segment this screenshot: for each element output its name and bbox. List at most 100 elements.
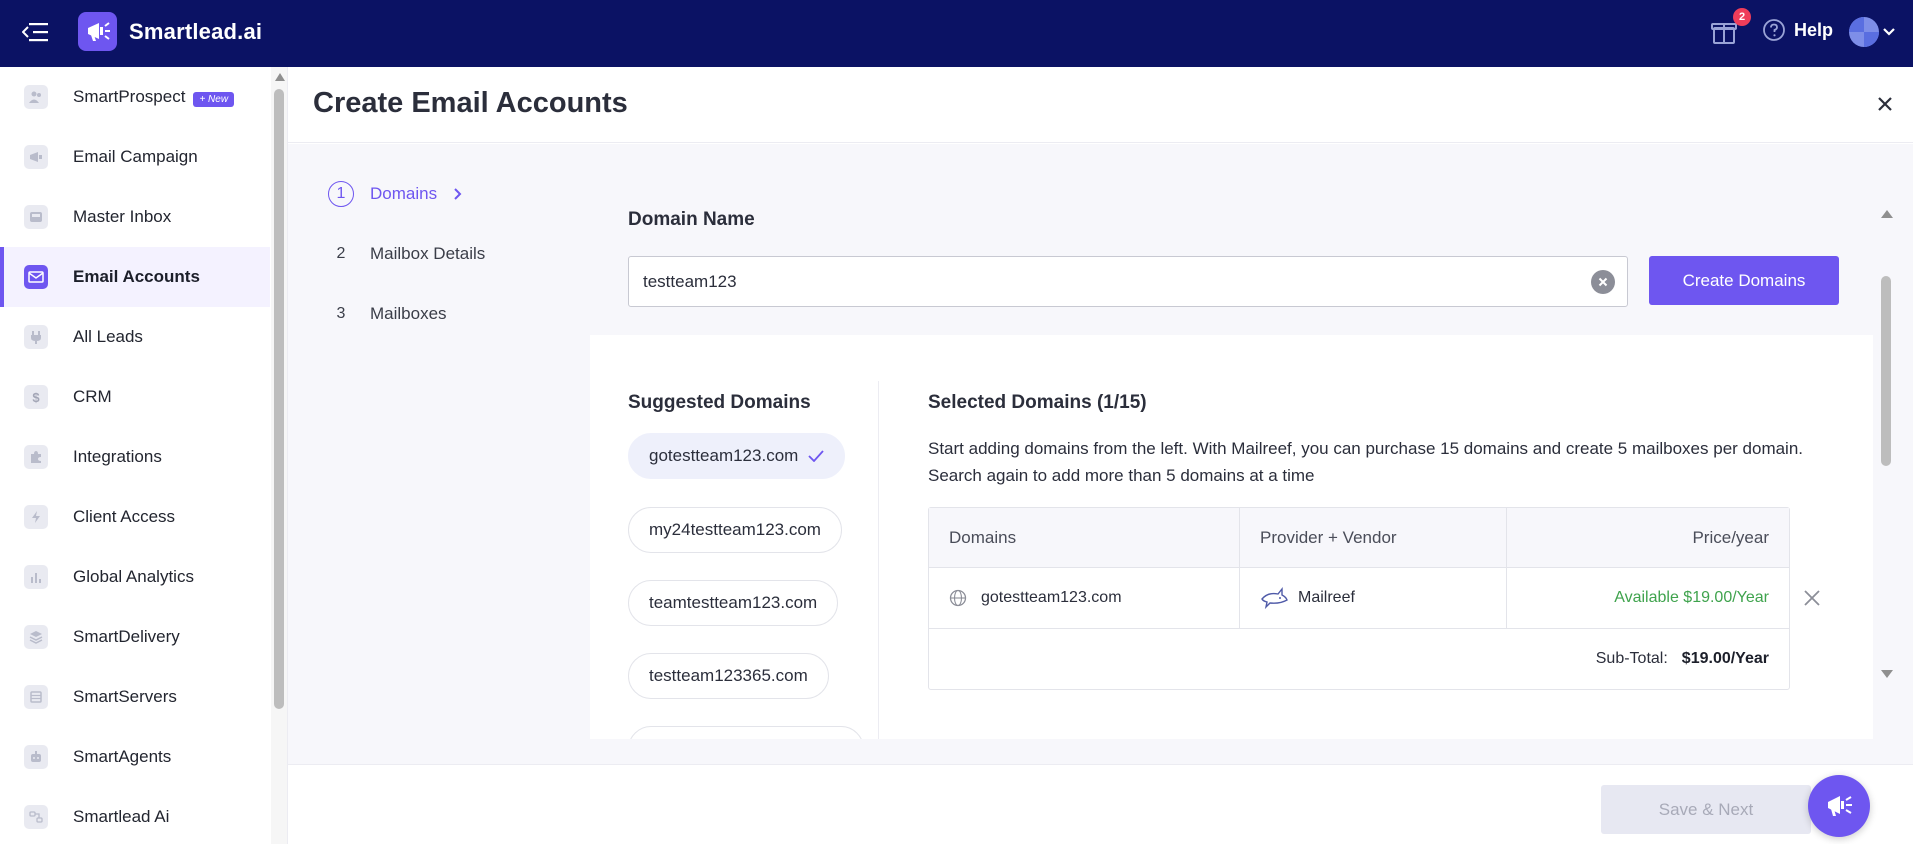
sidebar-item-label: Smartlead Ai xyxy=(73,807,170,826)
close-icon[interactable] xyxy=(1876,95,1894,113)
table-footer: Sub-Total: $19.00/Year xyxy=(929,629,1789,689)
sidebar-item-smartlead-ai[interactable]: Smartlead Ai xyxy=(0,787,270,844)
dollar-icon: $ xyxy=(24,385,48,409)
clear-input-icon[interactable] xyxy=(1591,270,1615,294)
chat-launcher[interactable] xyxy=(1808,775,1870,837)
megaphone-icon xyxy=(24,145,48,169)
subtotal-label: Sub-Total: xyxy=(1595,650,1668,667)
modal-body: 1 Domains 2 Mailbox Details 3 Mailboxes … xyxy=(288,144,1913,764)
modal-footer: Save & Next xyxy=(288,764,1913,844)
megaphone-icon xyxy=(1828,796,1852,816)
globe-icon xyxy=(949,589,967,607)
menu-collapse-icon[interactable] xyxy=(22,20,50,44)
sidebar-item-master-inbox[interactable]: Master Inbox xyxy=(0,187,270,247)
table-row: gotestteam123.com Mailreef Available $19… xyxy=(929,568,1789,629)
brand[interactable]: Smartlead.ai xyxy=(78,12,262,51)
scroll-down-arrow-icon[interactable] xyxy=(1881,670,1893,678)
modal-header: Create Email Accounts xyxy=(288,67,1913,143)
sidebar-item-crm[interactable]: $ CRM xyxy=(0,367,270,427)
suggested-domains-title: Suggested Domains xyxy=(628,392,811,413)
column-header-price: Price/year xyxy=(1692,527,1769,547)
row-domain: gotestteam123.com xyxy=(981,589,1122,606)
sidebar-item-label: Master Inbox xyxy=(73,207,172,226)
sidebar-item-smartagents[interactable]: SmartAgents xyxy=(0,727,270,787)
subtotal-value: $19.00/Year xyxy=(1681,650,1769,667)
sidebar: SmartProspect + New Email Campaign Master… xyxy=(0,67,288,844)
mail-icon xyxy=(24,265,48,289)
sidebar-item-global-analytics[interactable]: Global Analytics xyxy=(0,547,270,607)
avatar-icon xyxy=(1849,17,1879,47)
suggested-domain-chip[interactable]: gotestteam123.com xyxy=(628,433,846,479)
suggested-domain-chip[interactable]: teamtestteam123.com xyxy=(628,580,839,626)
suggested-domain-chip-partial[interactable] xyxy=(628,726,864,739)
suggested-domain-chip[interactable]: testteam123365.com xyxy=(628,653,829,699)
sidebar-item-label: SmartServers xyxy=(73,687,177,706)
selected-domains-title: Selected Domains (1/15) xyxy=(928,392,1147,413)
save-next-button[interactable]: Save & Next xyxy=(1601,785,1811,834)
sidebar-item-all-leads[interactable]: All Leads xyxy=(0,307,270,367)
create-domains-button[interactable]: Create Domains xyxy=(1649,256,1839,305)
sidebar-item-integrations[interactable]: Integrations xyxy=(0,427,270,487)
users-icon xyxy=(24,85,48,109)
server-icon xyxy=(24,685,48,709)
notification-badge: 2 xyxy=(1733,8,1751,26)
scrollbar-thumb[interactable] xyxy=(274,89,284,709)
help-button[interactable]: Help xyxy=(1762,18,1833,42)
new-badge: + New xyxy=(193,92,235,107)
table-header: Domains Provider + Vendor Price/year xyxy=(929,508,1789,568)
scrollbar-thumb[interactable] xyxy=(1881,276,1891,466)
step-number: 3 xyxy=(336,305,346,322)
mailreef-shark-icon xyxy=(1261,587,1288,609)
suggested-domain-label: gotestteam123.com xyxy=(649,446,799,465)
step-label: Mailboxes xyxy=(370,304,447,323)
page-title: Create Email Accounts xyxy=(313,87,628,119)
sidebar-item-smartdelivery[interactable]: SmartDelivery xyxy=(0,607,270,667)
remove-row-icon[interactable] xyxy=(1802,588,1822,608)
sidebar-item-label: SmartAgents xyxy=(73,747,172,766)
column-divider xyxy=(878,381,879,739)
sidebar-item-label: CRM xyxy=(73,387,112,406)
sidebar-item-label: Integrations xyxy=(73,447,162,466)
create-email-accounts-modal: Create Email Accounts 1 Domains 2 Mailbo… xyxy=(288,67,1913,844)
question-icon xyxy=(1763,19,1785,41)
sidebar-item-label: Email Accounts xyxy=(73,267,200,286)
selected-domains-table: Domains Provider + Vendor Price/year got… xyxy=(928,507,1790,690)
sidebar-item-label: Email Campaign xyxy=(73,147,198,166)
sidebar-item-label: Global Analytics xyxy=(73,567,194,586)
sidebar-scrollbar[interactable] xyxy=(271,67,287,844)
step-domains[interactable]: 1 Domains xyxy=(328,179,528,209)
row-vendor: Mailreef xyxy=(1298,589,1355,606)
brand-name: Smartlead.ai xyxy=(129,18,263,44)
suggested-domain-label: testteam123365.com xyxy=(649,666,808,685)
sidebar-item-client-access[interactable]: Client Access xyxy=(0,487,270,547)
chevron-down-icon[interactable] xyxy=(1882,25,1896,39)
sidebar-item-label: All Leads xyxy=(73,327,143,346)
avatar[interactable] xyxy=(1849,17,1879,47)
puzzle-icon xyxy=(24,445,48,469)
chevron-right-icon xyxy=(454,188,462,200)
domain-name-input[interactable] xyxy=(628,256,1628,307)
scroll-up-arrow-icon[interactable] xyxy=(275,73,285,81)
sidebar-item-email-campaign[interactable]: Email Campaign xyxy=(0,127,270,187)
scroll-up-arrow-icon[interactable] xyxy=(1881,210,1893,218)
robot-icon xyxy=(24,745,48,769)
brand-logo-icon xyxy=(78,12,117,51)
step-label: Mailbox Details xyxy=(370,244,486,263)
panel-scrollbar[interactable] xyxy=(1878,210,1895,790)
inbox-icon xyxy=(24,205,48,229)
row-price: Available $19.00/Year xyxy=(1614,589,1769,606)
sidebar-item-smartprospect[interactable]: SmartProspect + New xyxy=(0,67,270,127)
step-mailboxes[interactable]: 3 Mailboxes xyxy=(328,299,528,329)
layers-icon xyxy=(24,625,48,649)
sidebar-item-label: SmartProspect xyxy=(73,87,186,106)
column-header-domains: Domains xyxy=(949,527,1017,547)
suggested-domain-chip[interactable]: my24testteam123.com xyxy=(628,507,842,553)
selected-domains-description: Start adding domains from the left. With… xyxy=(928,439,1804,485)
check-icon xyxy=(808,450,824,462)
sidebar-item-label: Client Access xyxy=(73,507,176,526)
sidebar-item-smartservers[interactable]: SmartServers xyxy=(0,667,270,727)
step-mailbox-details[interactable]: 2 Mailbox Details xyxy=(328,239,528,269)
step-number: 2 xyxy=(336,245,346,262)
domain-search-section: Domain Name Create Domains xyxy=(590,167,1873,335)
sidebar-item-email-accounts[interactable]: Email Accounts xyxy=(0,247,270,307)
